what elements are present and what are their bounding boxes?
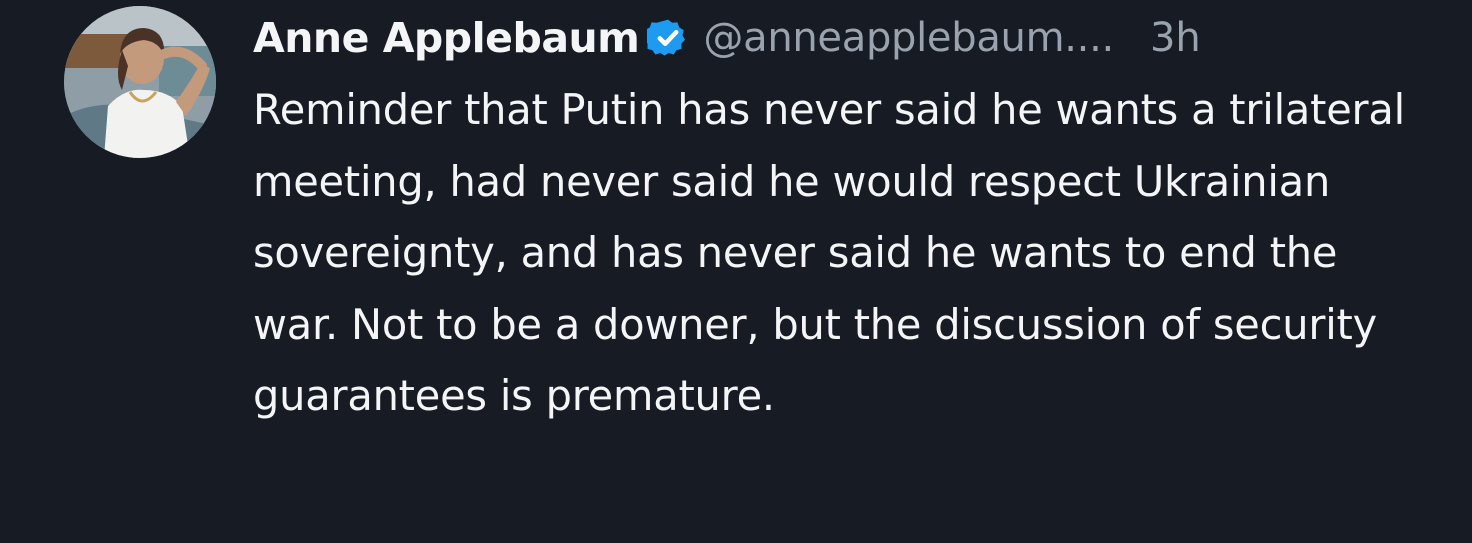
author-handle[interactable]: @anneapplebaum.... xyxy=(703,15,1114,61)
verified-badge-icon xyxy=(647,17,689,59)
post-content: Anne Applebaum @anneapplebaum.... 3h Rem… xyxy=(253,0,1432,432)
post-text: Reminder that Putin has never said he wa… xyxy=(253,85,1418,420)
author-display-name[interactable]: Anne Applebaum xyxy=(253,14,640,62)
post-card: Anne Applebaum @anneapplebaum.... 3h Rem… xyxy=(0,0,1472,543)
post-timestamp[interactable]: 3h xyxy=(1150,15,1201,61)
author-avatar[interactable] xyxy=(64,6,216,158)
post-header: Anne Applebaum @anneapplebaum.... 3h xyxy=(253,0,1432,76)
avatar-photo xyxy=(64,6,216,158)
